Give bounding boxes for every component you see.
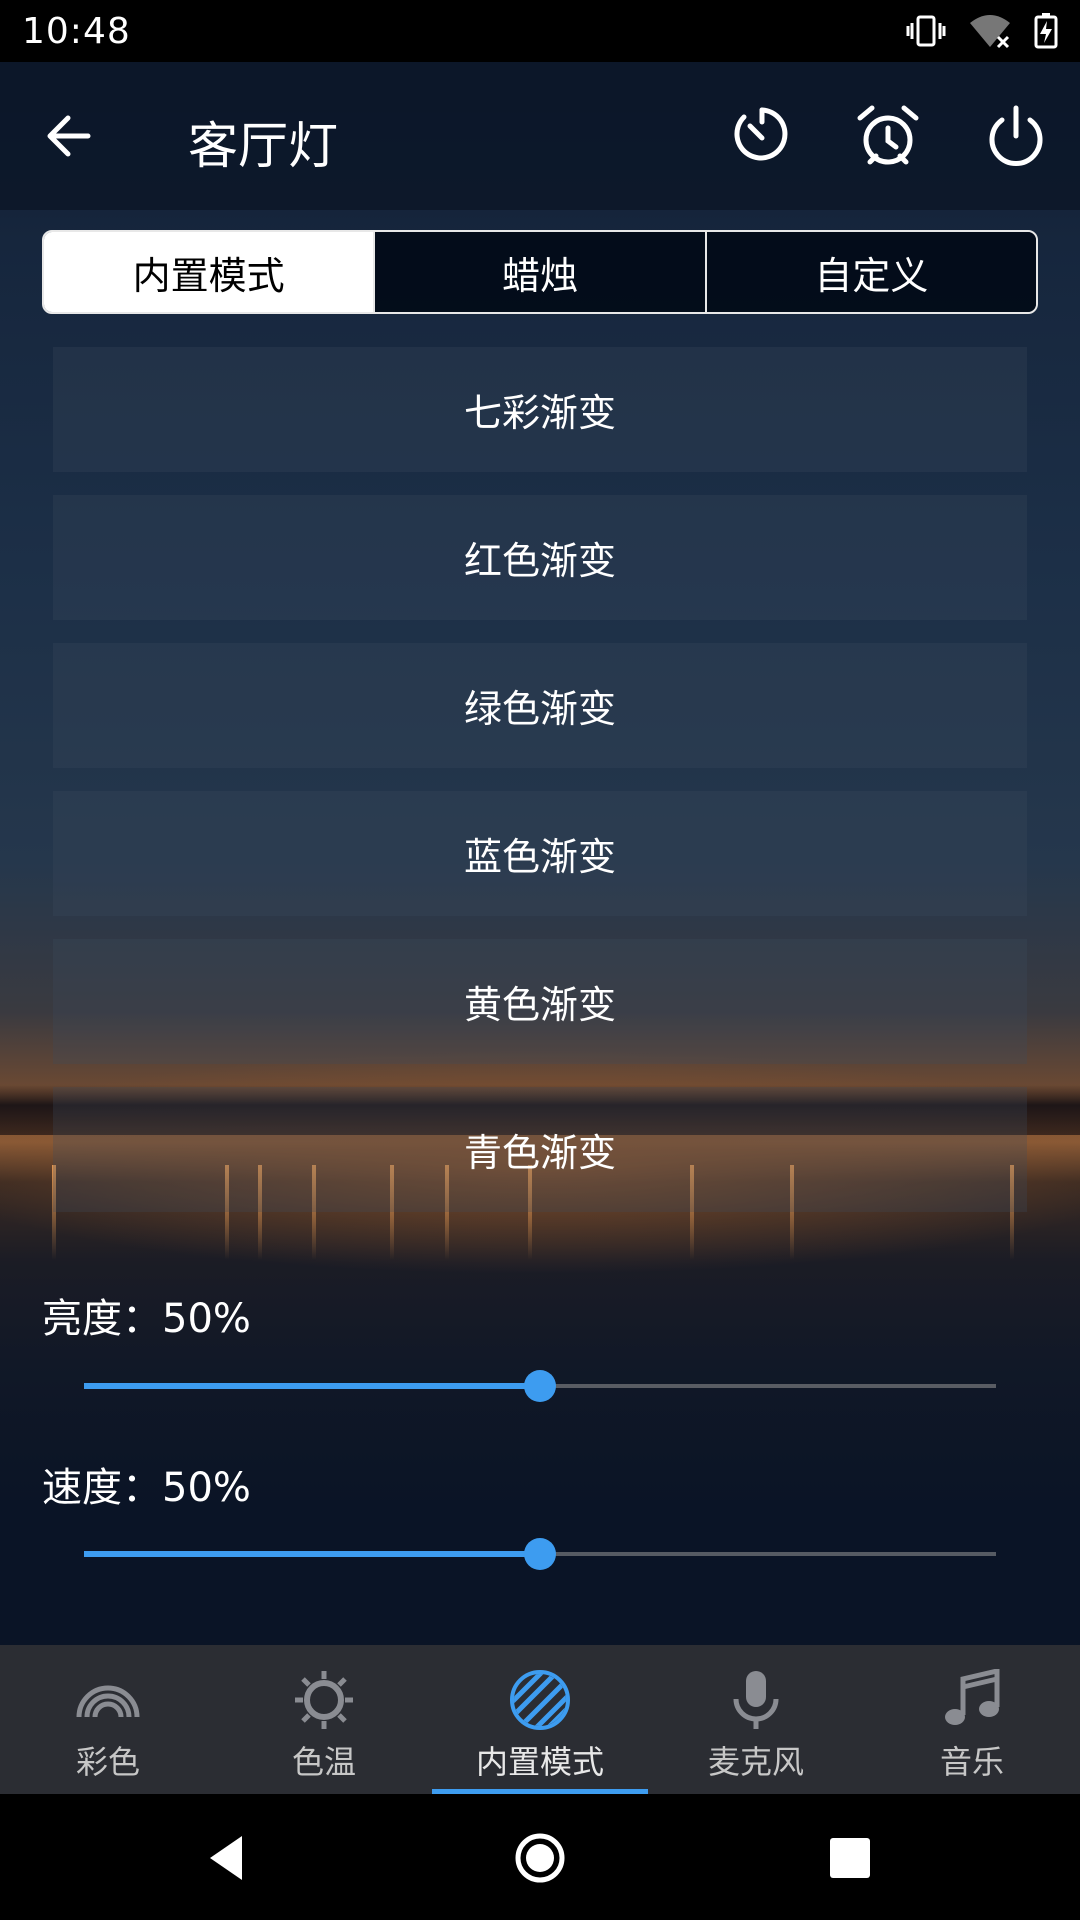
slider-fill (84, 1383, 540, 1389)
rainbow-icon (76, 1685, 140, 1718)
nav-item-color[interactable]: 彩色 (0, 1645, 216, 1794)
slider-thumb[interactable] (524, 1538, 556, 1570)
system-back-icon[interactable] (200, 1830, 256, 1886)
back-arrow-icon[interactable] (40, 106, 100, 166)
timer-icon[interactable] (726, 100, 798, 172)
music-note-icon (945, 1669, 1000, 1725)
nav-item-builtin-mode[interactable]: 内置模式 (432, 1645, 648, 1794)
sun-icon (295, 1671, 353, 1729)
brightness-slider[interactable] (84, 1366, 996, 1406)
slider-fill (84, 1551, 540, 1557)
nav-item-microphone[interactable]: 麦克风 (648, 1645, 864, 1794)
mode-item-yellow-gradient[interactable]: 黄色渐变 (53, 939, 1027, 1064)
vibrate-icon (906, 15, 946, 47)
bottom-nav: 彩色 色温 内置模式 麦克风 音乐 (0, 1645, 1080, 1794)
system-home-icon[interactable] (512, 1830, 568, 1886)
mode-list: 七彩渐变 红色渐变 绿色渐变 蓝色渐变 黄色渐变 青色渐变 (53, 347, 1027, 1235)
tab-candle[interactable]: 蜡烛 (373, 232, 705, 312)
status-icons (906, 13, 1058, 49)
nav-item-color-temperature[interactable]: 色温 (216, 1645, 432, 1794)
mode-tabs: 内置模式 蜡烛 自定义 (42, 230, 1038, 314)
speed-slider[interactable] (84, 1534, 996, 1574)
system-recents-icon[interactable] (822, 1830, 878, 1886)
speed-label: 速度：50% (42, 1465, 251, 1511)
nav-item-music[interactable]: 音乐 (864, 1645, 1080, 1794)
status-bar: 10:48 (0, 0, 1080, 62)
tab-custom[interactable]: 自定义 (704, 232, 1036, 312)
nav-label: 音乐 (939, 1743, 1004, 1781)
alarm-clock-icon[interactable] (852, 100, 924, 172)
slider-thumb[interactable] (524, 1370, 556, 1402)
app-bar: 客厅灯 (0, 62, 1080, 210)
page-title: 客厅灯 (188, 117, 338, 175)
nav-label: 内置模式 (475, 1743, 604, 1781)
mode-item-red-gradient[interactable]: 红色渐变 (53, 495, 1027, 620)
microphone-icon (733, 1671, 779, 1729)
mode-item-blue-gradient[interactable]: 蓝色渐变 (53, 791, 1027, 916)
mode-item-green-gradient[interactable]: 绿色渐变 (53, 643, 1027, 768)
mode-item-rainbow-gradient[interactable]: 七彩渐变 (53, 347, 1027, 472)
striped-circle-icon (510, 1670, 570, 1730)
battery-charging-icon (1034, 13, 1058, 49)
nav-label: 色温 (291, 1743, 356, 1781)
tab-builtin-mode[interactable]: 内置模式 (44, 232, 374, 312)
nav-label: 彩色 (75, 1743, 140, 1781)
nav-label: 麦克风 (707, 1743, 804, 1781)
system-nav-bar (0, 1794, 1080, 1920)
status-time: 10:48 (22, 10, 131, 52)
mode-item-cyan-gradient[interactable]: 青色渐变 (53, 1087, 1027, 1212)
brightness-label: 亮度：50% (42, 1296, 251, 1342)
wifi-off-icon (970, 15, 1010, 49)
power-icon[interactable] (980, 100, 1052, 172)
